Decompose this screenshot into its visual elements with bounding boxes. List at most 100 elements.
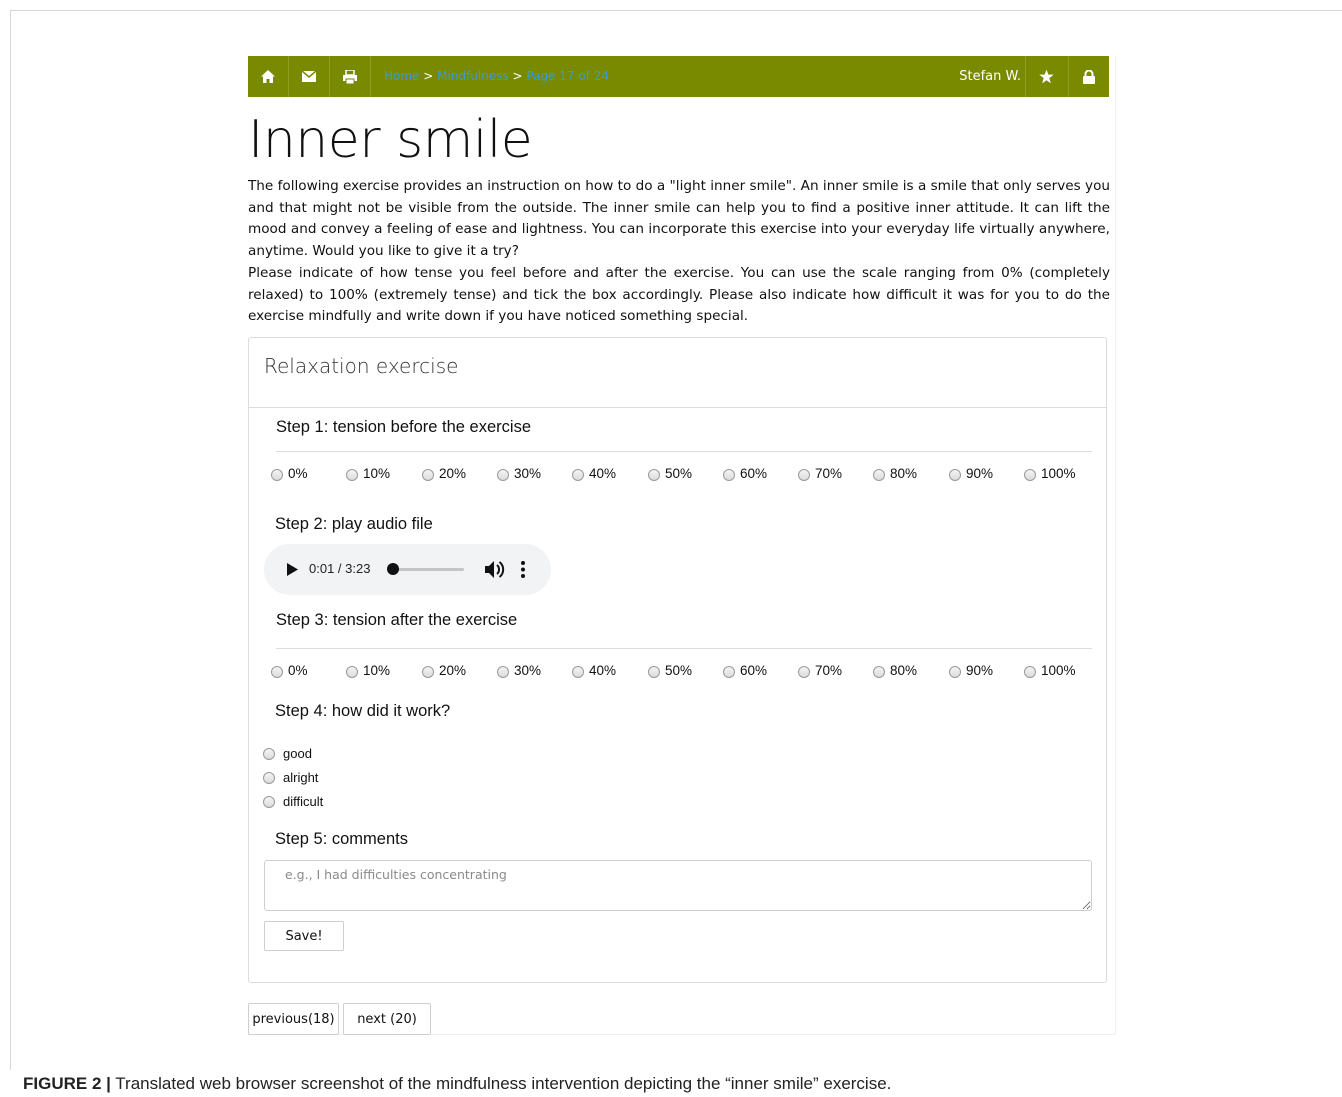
tension-before-option-label: 90% [966,466,994,481]
tension-before-scale: 0% 10% 20% 30% 40% 50% 60% 70% 80% 90% 100% [271,466,1091,486]
tension-after-option[interactable]: 0% [271,663,308,678]
tension-after-radio[interactable] [723,666,735,678]
intro-paragraph: The following exercise provides an instr… [248,178,1110,259]
tension-after-radio[interactable] [422,666,434,678]
breadcrumb-separator: > [419,69,438,83]
breadcrumb-home[interactable]: Home [384,69,419,83]
tension-after-option-label: 20% [439,663,467,678]
tension-after-option[interactable]: 10% [346,663,390,678]
option-good[interactable]: good [263,746,312,761]
home-icon [261,70,275,83]
comments-textarea[interactable] [264,860,1092,911]
tension-before-option-label: 20% [439,466,467,481]
tension-before-radio[interactable] [873,469,885,481]
play-icon[interactable] [284,560,300,579]
step2-title: Step 2: play audio file [275,515,433,533]
audio-time: 0:01 / 3:23 [309,561,371,576]
tension-before-radio[interactable] [346,469,358,481]
tension-after-option-label: 0% [288,663,308,678]
tension-after-option-label: 90% [966,663,994,678]
tension-before-option[interactable]: 0% [271,466,308,481]
tension-after-radio[interactable] [648,666,660,678]
tension-after-option[interactable]: 60% [723,663,767,678]
tension-after-radio[interactable] [346,666,358,678]
tension-after-radio[interactable] [497,666,509,678]
tension-after-option-label: 30% [514,663,542,678]
tension-after-radio[interactable] [798,666,810,678]
step1-divider [276,451,1092,452]
web-page: Home > Mindfulness > Page 17 of 24 Stefa… [248,56,1116,1035]
page-title: Inner smile [248,110,533,170]
tension-before-radio[interactable] [422,469,434,481]
breadcrumb-separator: > [508,69,527,83]
panel-title: Relaxation exercise [264,354,459,378]
tension-before-radio[interactable] [497,469,509,481]
tension-before-radio[interactable] [798,469,810,481]
tension-before-option[interactable]: 90% [949,466,993,481]
tension-before-radio[interactable] [949,469,961,481]
tension-after-option[interactable]: 90% [949,663,993,678]
tension-after-option[interactable]: 80% [873,663,917,678]
volume-icon[interactable] [484,559,506,580]
tension-before-option[interactable]: 40% [572,466,616,481]
print-button[interactable] [330,56,371,97]
tension-after-radio[interactable] [271,666,283,678]
tension-before-radio[interactable] [648,469,660,481]
tension-after-radio[interactable] [1024,666,1036,678]
tension-after-option[interactable]: 50% [648,663,692,678]
tension-before-option-label: 80% [890,466,918,481]
audio-progress-knob[interactable] [387,563,399,575]
tension-after-option[interactable]: 20% [422,663,466,678]
breadcrumb-section[interactable]: Mindfulness [437,69,509,83]
radio-difficult[interactable] [263,795,275,808]
tension-before-option-label: 0% [288,466,308,481]
tension-after-radio[interactable] [572,666,584,678]
tension-before-option[interactable]: 80% [873,466,917,481]
radio-alright[interactable] [263,771,275,784]
next-button[interactable]: next (20) [343,1003,431,1035]
tension-after-option[interactable]: 70% [798,663,842,678]
logout-button[interactable] [1068,56,1109,97]
save-button[interactable]: Save! [264,921,344,951]
audio-player: 0:01 / 3:23 [264,544,551,595]
more-options-icon[interactable] [519,559,527,580]
tension-before-option-label: 50% [665,466,693,481]
tension-before-option[interactable]: 100% [1024,466,1076,481]
option-difficult[interactable]: difficult [263,794,323,809]
option-difficult-label: difficult [283,794,324,809]
tension-before-option[interactable]: 60% [723,466,767,481]
tension-after-radio[interactable] [949,666,961,678]
radio-good[interactable] [263,747,275,760]
messages-button[interactable] [289,56,330,97]
previous-button[interactable]: previous(18) [248,1003,339,1035]
tension-before-radio[interactable] [723,469,735,481]
step4-title: Step 4: how did it work? [275,702,451,720]
user-name[interactable]: Stefan W. [959,56,1021,97]
audio-progress-track[interactable] [394,568,464,571]
tension-after-option[interactable]: 30% [497,663,541,678]
envelope-icon [302,71,316,82]
tension-before-option-label: 100% [1041,466,1076,481]
tension-after-option[interactable]: 40% [572,663,616,678]
tension-before-option-label: 60% [740,466,768,481]
tension-before-radio[interactable] [1024,469,1036,481]
tension-before-radio[interactable] [271,469,283,481]
breadcrumb-page: Page 17 of 24 [526,69,609,83]
tension-after-option[interactable]: 100% [1024,663,1076,678]
tension-after-option-label: 60% [740,663,768,678]
step1-title: Step 1: tension before the exercise [276,418,531,436]
tension-after-radio[interactable] [873,666,885,678]
favorite-button[interactable] [1025,56,1066,97]
tension-after-option-label: 10% [363,663,391,678]
tension-before-option[interactable]: 20% [422,466,466,481]
option-alright[interactable]: alright [263,770,318,785]
print-icon [343,69,357,84]
tension-before-option[interactable]: 50% [648,466,692,481]
tension-before-option[interactable]: 70% [798,466,842,481]
tension-before-option[interactable]: 10% [346,466,390,481]
home-button[interactable] [248,56,289,97]
tension-after-option-label: 100% [1041,663,1076,678]
tension-before-radio[interactable] [572,469,584,481]
tension-before-option[interactable]: 30% [497,466,541,481]
exercise-panel: Relaxation exercise Step 1: tension befo… [248,337,1107,983]
